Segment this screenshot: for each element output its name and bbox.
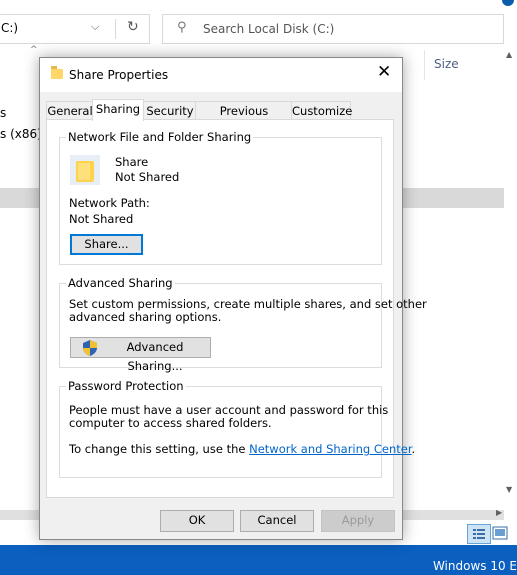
tab-previous-versions[interactable]: Previous Versions (195, 101, 293, 136)
change-setting-suffix: . (411, 442, 416, 456)
search-icon: ⚲ (177, 20, 187, 35)
details-view-icon[interactable] (467, 524, 491, 544)
network-sharing-title: Network File and Folder Sharing (66, 130, 254, 144)
network-sharing-center-link[interactable]: Network and Sharing Center (249, 442, 411, 456)
password-line1: People must have a user account and pass… (69, 403, 389, 417)
folder-icon (51, 66, 63, 79)
password-protection-group: Password Protection People must have a u… (59, 379, 415, 478)
share-button[interactable]: Share... (70, 234, 143, 255)
address-bar[interactable]: C:) ⌵ ↻ (0, 14, 150, 44)
refresh-icon[interactable]: ↻ (127, 19, 139, 35)
network-sharing-group: Network File and Folder Sharing Share No… (59, 130, 382, 265)
sort-caret-icon: ^ (30, 45, 38, 55)
nav-item-program-files-x86[interactable]: s (x86) (0, 127, 42, 141)
nav-item-program-files[interactable]: s (0, 106, 6, 120)
taskbar: Windows 10 E (0, 545, 517, 575)
tab-sharing[interactable]: Sharing (92, 99, 144, 121)
address-separator (115, 19, 116, 39)
ok-button[interactable]: OK (160, 510, 234, 532)
scroll-right-icon[interactable]: ▶ (496, 508, 502, 517)
advanced-sharing-title: Advanced Sharing (66, 276, 175, 290)
column-header-size[interactable]: Size (434, 57, 459, 71)
share-properties-dialog: Share Properties ✕ General Sharing Secur… (39, 57, 427, 540)
advanced-sharing-label: Advanced Sharing... (126, 340, 184, 373)
password-line2: computer to access shared folders. (69, 416, 272, 430)
change-setting-text: To change this setting, use the Network … (69, 442, 415, 456)
windows-watermark: Windows 10 E (432, 559, 517, 573)
dialog-title: Share Properties (69, 68, 169, 82)
advanced-description-line2: advanced sharing options. (69, 310, 222, 324)
share-name: Share (115, 155, 149, 169)
advanced-description-line1: Set custom permissions, create multiple … (69, 297, 427, 311)
search-box[interactable]: ⚲ Search Local Disk (C:) (162, 14, 504, 44)
scroll-up-icon[interactable]: ▲ (506, 50, 512, 59)
large-icons-view-icon[interactable] (492, 526, 508, 540)
dialog-titlebar[interactable]: Share Properties ✕ (40, 58, 402, 92)
sharing-tab-panel: Network File and Folder Sharing Share No… (46, 119, 427, 498)
address-dropdown-icon[interactable]: ⌵ (91, 20, 99, 34)
apply-button[interactable]: Apply (321, 510, 395, 532)
change-setting-prefix: To change this setting, use the (69, 442, 250, 456)
tab-customize[interactable]: Customize (291, 101, 352, 120)
cancel-button[interactable]: Cancel (240, 510, 314, 532)
scroll-down-icon[interactable]: ▼ (506, 485, 512, 494)
password-protection-title: Password Protection (66, 379, 186, 393)
advanced-sharing-button[interactable]: Advanced Sharing... (70, 337, 211, 373)
network-path-label: Network Path: (69, 196, 150, 210)
column-separator (424, 50, 425, 80)
close-icon[interactable]: ✕ (377, 64, 391, 81)
address-path: C:) (1, 21, 19, 35)
vertical-scrollbar[interactable] (504, 46, 517, 506)
tab-security[interactable]: Security (143, 101, 197, 120)
uac-shield-icon (83, 340, 97, 356)
tab-general[interactable]: General (46, 101, 94, 120)
shared-folder-icon (70, 155, 100, 185)
search-placeholder: Search Local Disk (C:) (203, 22, 335, 36)
share-status: Not Shared (115, 170, 180, 184)
advanced-sharing-group: Advanced Sharing Set custom permissions,… (59, 276, 427, 373)
network-path-value: Not Shared (69, 212, 134, 226)
window-edge-accent (502, 0, 514, 6)
